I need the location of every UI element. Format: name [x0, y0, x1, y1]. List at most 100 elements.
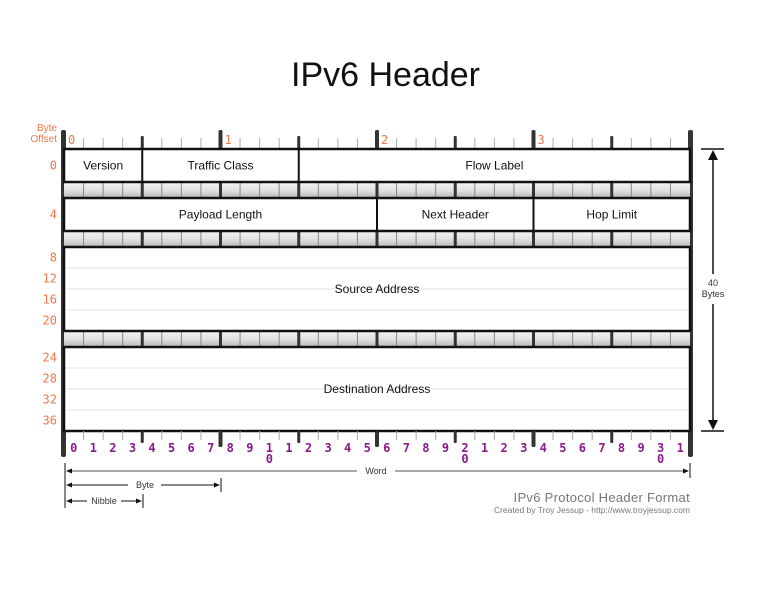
- separator-major-tick: [453, 331, 457, 347]
- field-source-address: Source Address: [335, 282, 420, 296]
- separator-major-tick: [610, 182, 614, 198]
- nibble-tick: [610, 431, 614, 443]
- field-destination-address: Destination Address: [324, 382, 431, 396]
- size-indicator: 40 Bytes: [701, 148, 725, 432]
- byte-offset-0: 0: [50, 159, 57, 173]
- byte-offset-20: 20: [43, 314, 57, 328]
- arrow-down-icon: [708, 420, 718, 430]
- nibble-label: Nibble: [91, 496, 117, 506]
- byte-tick: [375, 431, 379, 447]
- byte-offset-line-1: Byte: [37, 123, 57, 134]
- arrow-left-icon: [66, 482, 72, 488]
- separator-major-tick: [297, 182, 301, 198]
- separator-major-tick: [140, 182, 144, 198]
- separator-major-tick: [453, 231, 457, 247]
- separator-major-tick: [375, 331, 379, 347]
- arrow-left-icon: [66, 498, 72, 504]
- separator-major-tick: [610, 231, 614, 247]
- separator-major-tick: [140, 331, 144, 347]
- byte-offset-label: Byte Offset: [31, 123, 58, 145]
- byte-offset-12: 12: [43, 272, 57, 286]
- field-flow-label: Flow Label: [465, 159, 523, 173]
- header-row-0: [62, 147, 692, 184]
- field-payload-length: Payload Length: [179, 208, 262, 222]
- separator-major-tick: [532, 231, 535, 247]
- bit-number: 7: [207, 441, 214, 455]
- bottom-ruler: 0 1 2 3 4 5 6 7 8 9 101 2 3 4 5 6 7 8 9 201 2 3 4 5 6 7 8 9 301: [70, 431, 684, 466]
- byte-label: Byte: [136, 480, 154, 490]
- bit-number: 4: [540, 441, 547, 455]
- bit-number: 1: [90, 441, 97, 455]
- word-label: Word: [365, 466, 386, 476]
- bit-number: 1: [481, 441, 488, 455]
- footer-title: IPv6 Protocol Header Format: [513, 490, 690, 505]
- footer-credit: Created by Troy Jessup - http://www.troy…: [493, 505, 690, 515]
- byte-tick: [531, 431, 536, 447]
- bit-number: 8: [422, 441, 429, 455]
- byte-number-0: 0: [68, 133, 75, 147]
- arrow-right-icon: [136, 498, 142, 504]
- separator-major-tick: [610, 331, 614, 347]
- separator-major-tick: [375, 231, 379, 247]
- bit-number: 6: [579, 441, 586, 455]
- bit-number: 2: [305, 441, 312, 455]
- bit-number-tens: 0: [461, 452, 468, 466]
- separator-major-tick: [375, 182, 379, 198]
- separator-major-tick: [140, 231, 144, 247]
- bit-number: 9: [637, 441, 644, 455]
- byte-number-2: 2: [381, 133, 388, 147]
- bit-number: 9: [442, 441, 449, 455]
- separator-major-tick: [219, 331, 222, 347]
- bit-number: 0: [70, 441, 77, 455]
- separator-major-tick: [219, 231, 222, 247]
- bit-number: 5: [559, 441, 566, 455]
- size-value: 40: [708, 278, 718, 288]
- bit-number: 5: [364, 441, 371, 455]
- byte-offset-24: 24: [43, 351, 57, 365]
- byte-number-1: 1: [225, 133, 232, 147]
- bit-number: 3: [129, 441, 136, 455]
- field-next-header: Next Header: [422, 208, 489, 222]
- byte-offset-36: 36: [43, 414, 57, 428]
- byte-offset-16: 16: [43, 293, 57, 307]
- arrow-right-icon: [683, 468, 689, 474]
- header-rows: Version Traffic Class Flow Label 0 Payload L…: [43, 147, 692, 433]
- separator-major-tick: [532, 331, 535, 347]
- byte-offset-4: 4: [50, 208, 57, 222]
- nibble-tick: [453, 431, 457, 443]
- field-hop-limit: Hop Limit: [586, 208, 637, 222]
- nibble-tick: [140, 431, 144, 443]
- bit-number-tens: 0: [657, 452, 664, 466]
- field-version: Version: [83, 159, 123, 173]
- separator-major-tick: [297, 231, 301, 247]
- bit-number: 6: [383, 441, 390, 455]
- byte-offset-32: 32: [43, 393, 57, 407]
- byte-tick: [531, 130, 536, 150]
- separator-major-tick: [453, 182, 457, 198]
- bit-number: 7: [598, 441, 605, 455]
- bit-number: 2: [109, 441, 116, 455]
- size-unit: Bytes: [702, 289, 725, 299]
- separator-major-tick: [532, 182, 535, 198]
- byte-tick: [218, 130, 223, 150]
- bit-number: 1: [285, 441, 292, 455]
- byte-offset-8: 8: [50, 251, 57, 265]
- arrow-right-icon: [214, 482, 220, 488]
- arrow-up-icon: [708, 150, 718, 160]
- byte-tick: [218, 431, 223, 447]
- arrow-left-icon: [66, 468, 72, 474]
- bit-number: 1: [677, 441, 684, 455]
- bit-number: 7: [403, 441, 410, 455]
- bit-number: 5: [168, 441, 175, 455]
- bit-number: 3: [520, 441, 527, 455]
- bit-number: 3: [324, 441, 331, 455]
- bit-number: 2: [501, 441, 508, 455]
- bit-number: 4: [344, 441, 351, 455]
- byte-tick: [375, 130, 379, 150]
- bit-number-tens: 0: [266, 452, 273, 466]
- byte-offset-28: 28: [43, 372, 57, 386]
- bit-number: 9: [246, 441, 253, 455]
- separator-major-tick: [219, 182, 222, 198]
- bit-number: 8: [618, 441, 625, 455]
- separator-major-tick: [297, 331, 301, 347]
